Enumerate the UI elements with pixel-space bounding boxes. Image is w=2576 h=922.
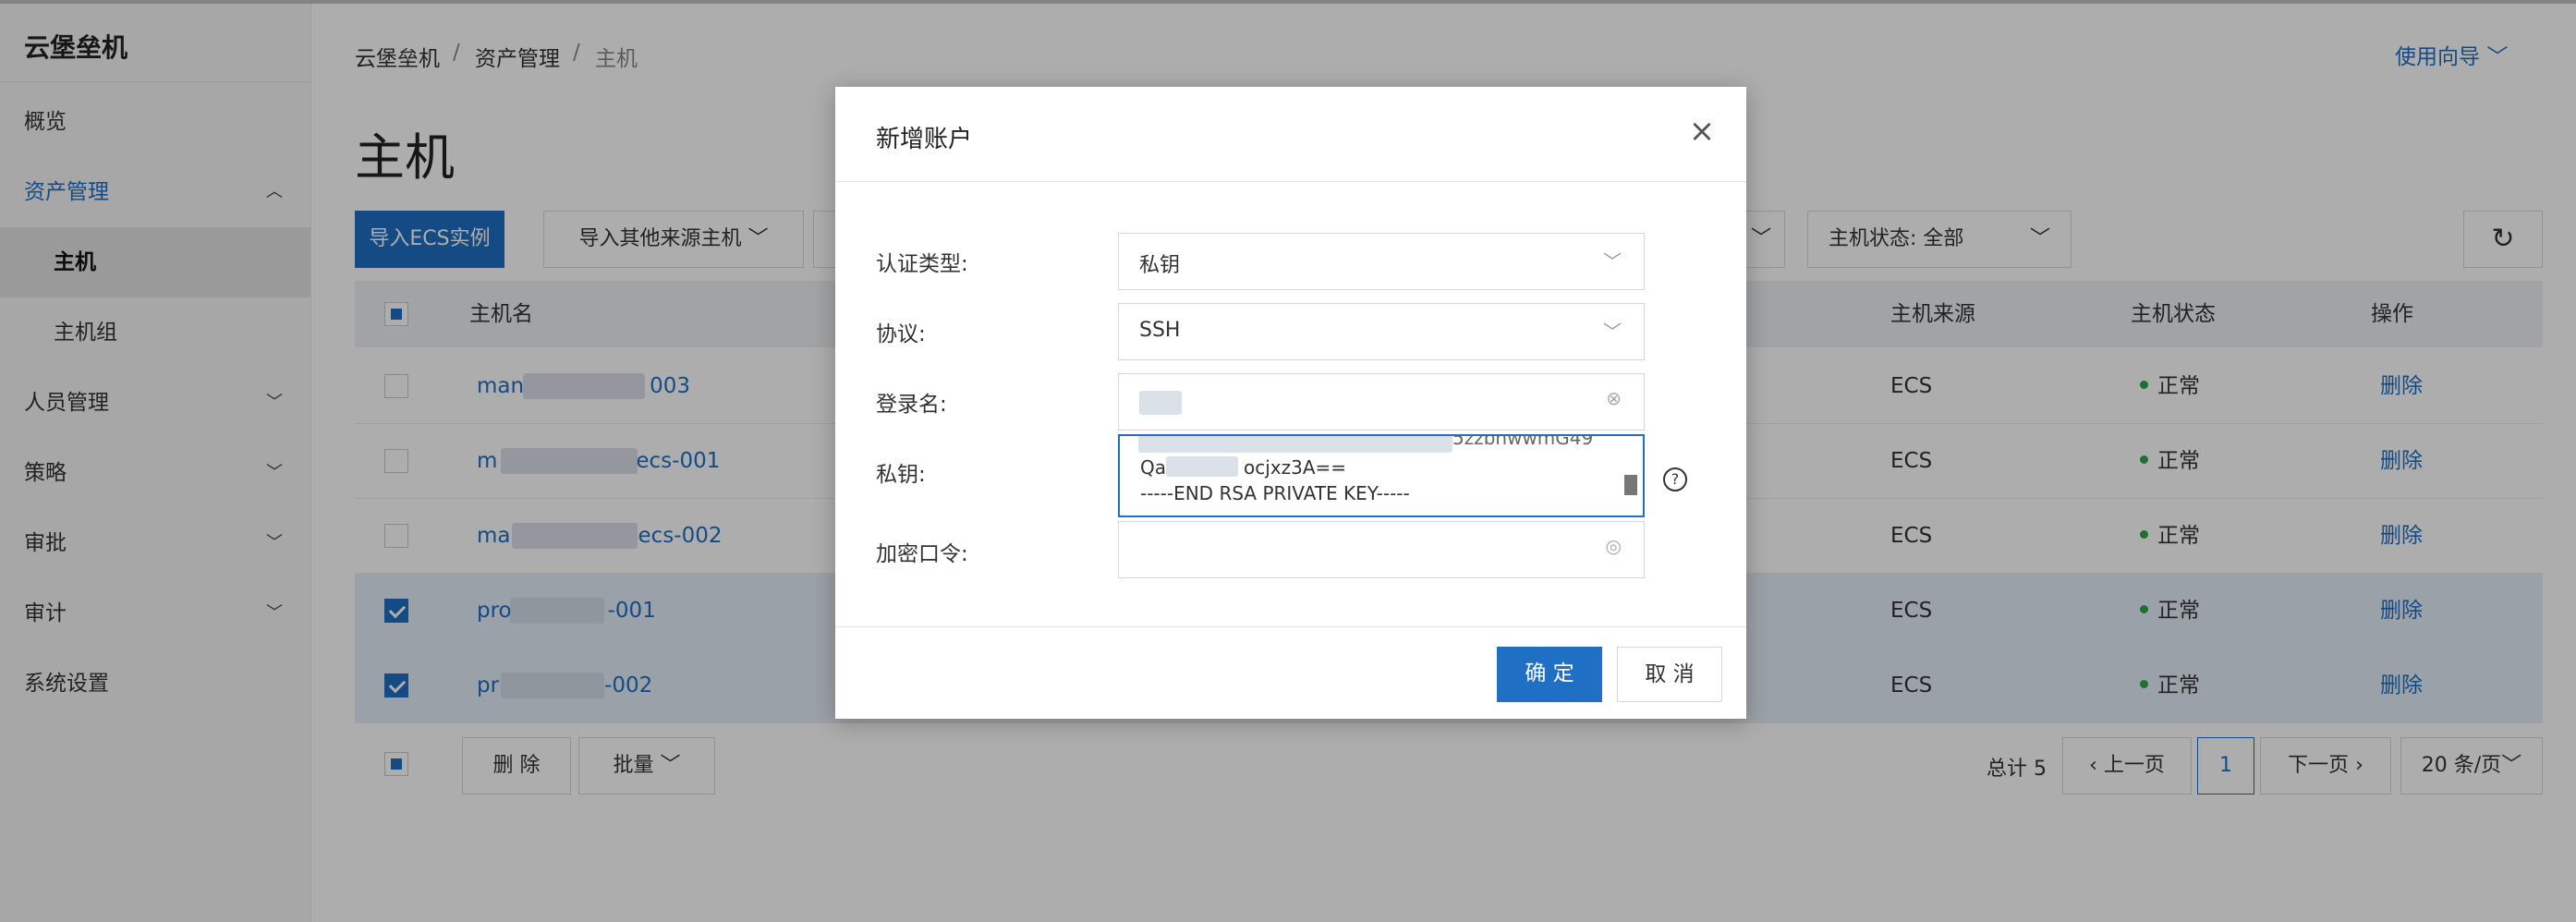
protocol-select[interactable]: SSH ﹀ [1118,303,1645,360]
passphrase-label: 加密口令: [876,542,968,566]
divider [835,626,1746,627]
confirm-button[interactable]: 确 定 [1497,647,1602,702]
redacted-text [1138,436,1452,453]
redacted-text [1139,391,1182,415]
close-icon[interactable]: × [1685,115,1719,148]
passphrase-input[interactable]: ◎ [1118,521,1645,578]
dialog-title: 新增账户 [876,126,973,153]
auth-type-label: 认证类型: [876,252,968,276]
chevron-down-icon: ﹀ [1603,321,1622,343]
redacted-text [1166,456,1238,477]
protocol-label: 协议: [876,322,926,346]
login-name-label: 登录名: [876,393,947,417]
help-icon[interactable]: ? [1663,467,1687,491]
divider [835,181,1746,182]
scrollbar[interactable] [1624,475,1637,495]
private-key-textarea[interactable]: 5zzbnwwmG49 Qa ocjxz3A== -----END RSA PR… [1118,434,1645,517]
clear-icon[interactable]: ⊗ [1606,387,1622,409]
add-account-dialog: 新增账户 × 认证类型: 私钥 ﹀ 协议: SSH ﹀ 登录名: ⊗ 私钥: 5… [835,87,1746,719]
eye-off-icon[interactable]: ◎ [1606,535,1622,557]
chevron-down-icon: ﹀ [1603,250,1622,273]
private-key-label: 私钥: [876,463,926,487]
login-name-input[interactable]: ⊗ [1118,373,1645,431]
auth-type-select[interactable]: 私钥 ﹀ [1118,233,1645,290]
cancel-button[interactable]: 取 消 [1617,647,1722,702]
